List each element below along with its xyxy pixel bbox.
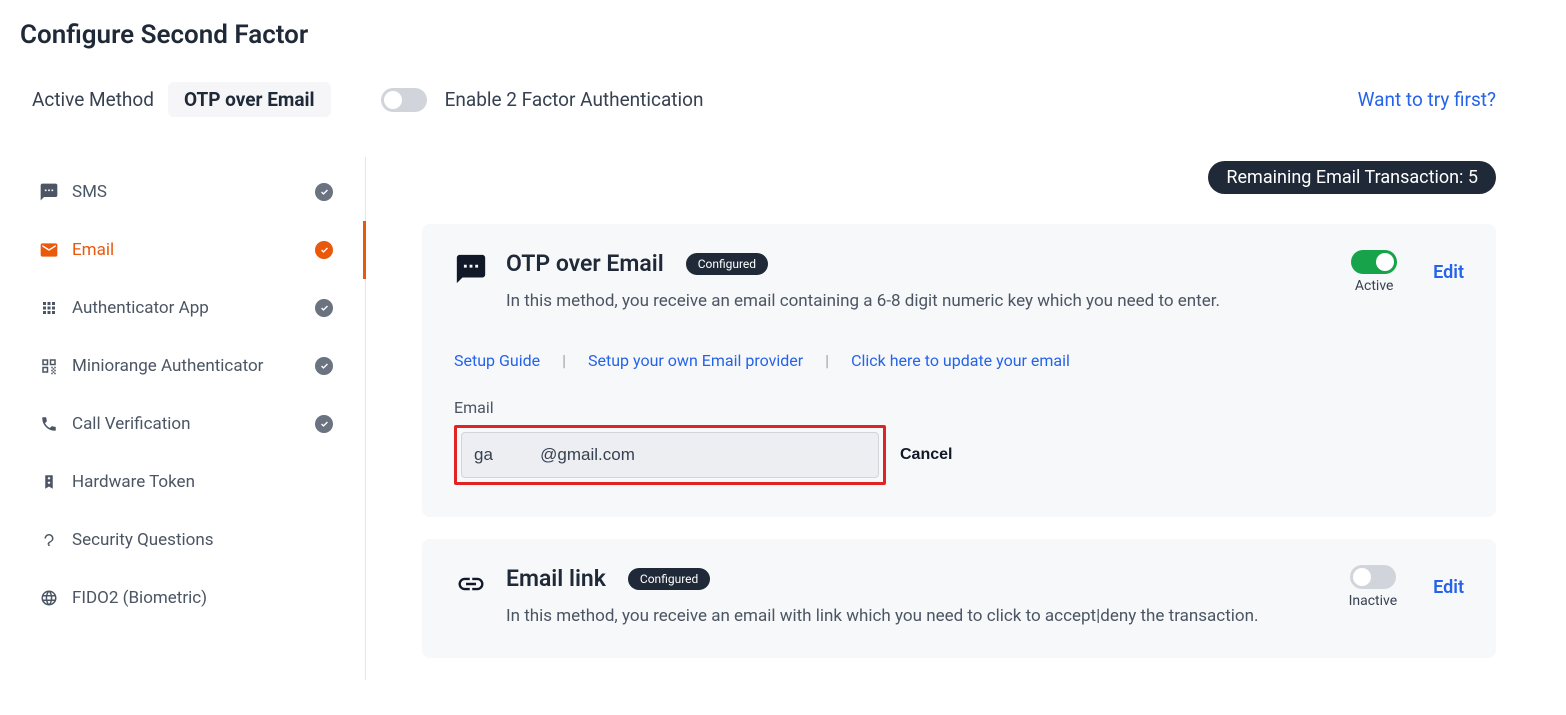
token-icon bbox=[38, 471, 60, 493]
sidebar-item-security-questions[interactable]: Security Questions bbox=[20, 511, 365, 569]
edit-button[interactable]: Edit bbox=[1433, 262, 1464, 283]
grid-icon bbox=[38, 297, 60, 319]
sidebar: SMS Email Authenticator App bbox=[20, 157, 366, 680]
separator: | bbox=[562, 351, 566, 370]
sidebar-item-label: Miniorange Authenticator bbox=[72, 356, 263, 376]
otp-over-email-card: OTP over Email Configured In this method… bbox=[422, 224, 1496, 517]
sidebar-item-label: Security Questions bbox=[72, 530, 214, 550]
check-icon bbox=[315, 357, 333, 375]
page-title: Configure Second Factor bbox=[20, 20, 1546, 50]
sidebar-item-label: SMS bbox=[72, 182, 107, 202]
link-icon bbox=[454, 567, 488, 601]
sidebar-item-miniorange-auth[interactable]: Miniorange Authenticator bbox=[20, 337, 365, 395]
edit-button[interactable]: Edit bbox=[1433, 577, 1464, 598]
sidebar-item-label: FIDO2 (Biometric) bbox=[72, 588, 207, 608]
main-content: Remaining Email Transaction: 5 OTP over … bbox=[366, 157, 1546, 680]
cancel-button[interactable]: Cancel bbox=[900, 446, 952, 464]
configured-badge: Configured bbox=[628, 568, 710, 590]
remaining-transaction-badge: Remaining Email Transaction: 5 bbox=[1208, 161, 1496, 194]
card-title: Email link bbox=[506, 565, 606, 592]
active-method-value: OTP over Email bbox=[168, 82, 331, 117]
try-first-link[interactable]: Want to try first? bbox=[1358, 88, 1496, 111]
check-icon bbox=[315, 299, 333, 317]
update-email-link[interactable]: Click here to update your email bbox=[851, 351, 1070, 370]
email-input[interactable] bbox=[461, 432, 879, 478]
check-icon bbox=[315, 241, 333, 259]
email-link-card: Email link Configured In this method, yo… bbox=[422, 539, 1496, 658]
sidebar-item-label: Authenticator App bbox=[72, 298, 209, 318]
sidebar-item-email[interactable]: Email bbox=[20, 221, 365, 279]
toggle-state-label: Inactive bbox=[1349, 593, 1398, 609]
active-toggle[interactable] bbox=[1351, 250, 1397, 274]
globe-icon bbox=[38, 587, 60, 609]
check-icon bbox=[315, 415, 333, 433]
active-toggle[interactable] bbox=[1350, 565, 1396, 589]
setup-guide-link[interactable]: Setup Guide bbox=[454, 351, 540, 370]
sidebar-item-sms[interactable]: SMS bbox=[20, 163, 365, 221]
email-icon bbox=[38, 239, 60, 261]
sidebar-item-call-verification[interactable]: Call Verification bbox=[20, 395, 365, 453]
sidebar-item-label: Hardware Token bbox=[72, 472, 195, 492]
sidebar-item-label: Call Verification bbox=[72, 414, 191, 434]
sms-icon bbox=[38, 181, 60, 203]
active-method-label: Active Method bbox=[32, 88, 154, 111]
card-description: In this method, you receive an email con… bbox=[506, 291, 1333, 311]
qr-icon bbox=[38, 355, 60, 377]
own-provider-link[interactable]: Setup your own Email provider bbox=[588, 351, 803, 370]
toggle-state-label: Active bbox=[1351, 278, 1397, 294]
enable-2fa-toggle[interactable] bbox=[381, 88, 427, 112]
message-icon bbox=[454, 252, 488, 286]
email-input-highlight bbox=[454, 425, 886, 485]
sidebar-item-label: Email bbox=[72, 240, 114, 260]
question-icon bbox=[38, 529, 60, 551]
separator: | bbox=[825, 351, 829, 370]
card-title: OTP over Email bbox=[506, 250, 664, 277]
sidebar-item-fido2[interactable]: FIDO2 (Biometric) bbox=[20, 569, 365, 627]
email-field-label: Email bbox=[454, 398, 1464, 417]
configured-badge: Configured bbox=[686, 253, 768, 275]
sidebar-item-authenticator-app[interactable]: Authenticator App bbox=[20, 279, 365, 337]
header-row: Active Method OTP over Email Enable 2 Fa… bbox=[20, 82, 1546, 117]
sidebar-item-hardware-token[interactable]: Hardware Token bbox=[20, 453, 365, 511]
check-icon bbox=[315, 183, 333, 201]
enable-2fa-label: Enable 2 Factor Authentication bbox=[445, 88, 704, 111]
card-description: In this method, you receive an email wit… bbox=[506, 606, 1331, 626]
phone-icon bbox=[38, 413, 60, 435]
